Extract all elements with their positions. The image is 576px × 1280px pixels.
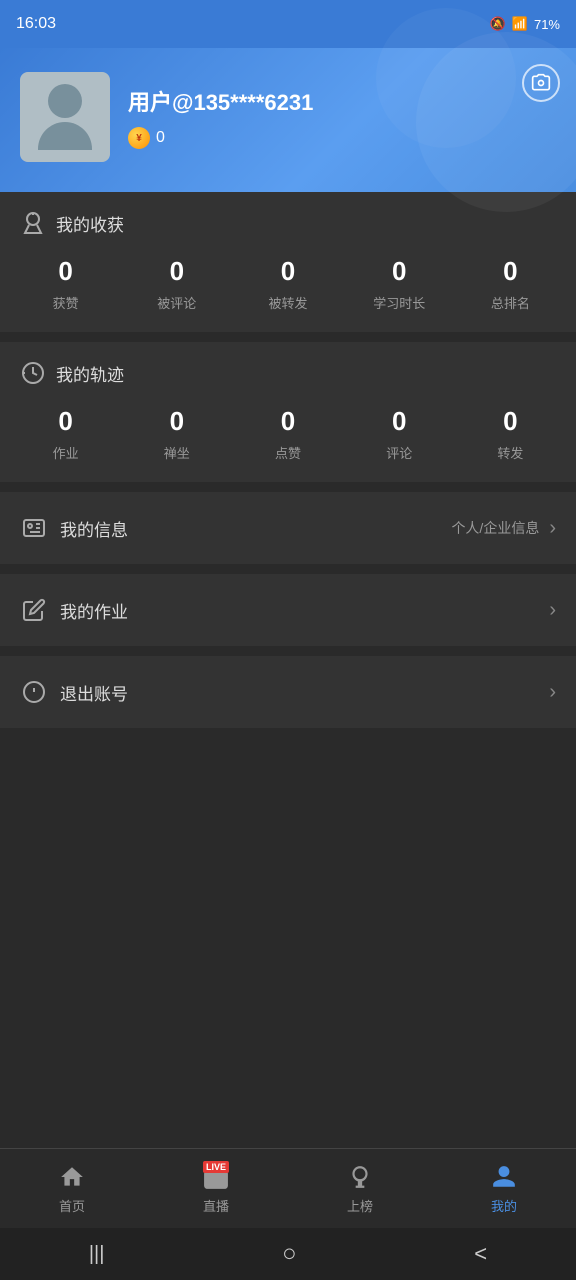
traj-homework-value: 0 bbox=[58, 406, 72, 437]
traj-comments-value: 0 bbox=[392, 406, 406, 437]
traj-reposts: 0 转发 bbox=[455, 406, 566, 462]
traj-likes-value: 0 bbox=[281, 406, 295, 437]
trajectory-stats-row: 0 作业 0 禅坐 0 点赞 0 评论 0 转发 bbox=[0, 396, 576, 482]
mine-icon bbox=[490, 1163, 518, 1191]
coin-icon bbox=[128, 127, 150, 149]
live-badge: LIVE bbox=[203, 1161, 229, 1173]
my-info-right: 个人/企业信息 › bbox=[451, 517, 556, 540]
my-achievements-section: 我的收获 0 获赞 0 被评论 0 被转发 0 学习时长 0 总排名 bbox=[0, 192, 576, 332]
camera-icon bbox=[531, 73, 551, 93]
traj-meditation-label: 禅坐 bbox=[164, 443, 190, 462]
my-trajectory-section: 我的轨迹 0 作业 0 禅坐 0 点赞 0 评论 0 转发 bbox=[0, 342, 576, 482]
coin-count: 0 bbox=[156, 129, 165, 147]
nav-mine[interactable]: 我的 bbox=[432, 1163, 576, 1215]
achievements-stats-row: 0 获赞 0 被评论 0 被转发 0 学习时长 0 总排名 bbox=[0, 246, 576, 332]
logout-menu-item[interactable]: 退出账号 › bbox=[0, 656, 576, 728]
info-icon bbox=[20, 514, 48, 542]
trajectory-icon bbox=[20, 360, 46, 386]
traj-homework: 0 作业 bbox=[10, 406, 121, 462]
leaderboard-icon bbox=[346, 1163, 374, 1191]
nav-live-label: 直播 bbox=[203, 1196, 229, 1215]
logout-right: › bbox=[549, 681, 556, 704]
nav-leaderboard-label: 上榜 bbox=[347, 1196, 373, 1215]
stat-likes-label: 获赞 bbox=[53, 293, 79, 312]
sys-menu-btn[interactable]: ||| bbox=[89, 1243, 105, 1266]
homework-icon bbox=[20, 596, 48, 624]
camera-button[interactable] bbox=[522, 64, 560, 102]
stat-reposts-label: 被转发 bbox=[269, 293, 308, 312]
traj-reposts-label: 转发 bbox=[497, 443, 523, 462]
stat-study-time: 0 学习时长 bbox=[344, 256, 455, 312]
profile-info: 用户@135****6231 0 bbox=[128, 85, 556, 149]
logout-icon bbox=[20, 678, 48, 706]
avatar-head-circle bbox=[48, 84, 82, 118]
avatar-body-shape bbox=[38, 122, 92, 150]
traj-comments: 0 评论 bbox=[344, 406, 455, 462]
traj-likes: 0 点赞 bbox=[232, 406, 343, 462]
traj-reposts-value: 0 bbox=[503, 406, 517, 437]
nav-home[interactable]: 首页 bbox=[0, 1163, 144, 1215]
traj-meditation-value: 0 bbox=[170, 406, 184, 437]
logout-chevron: › bbox=[549, 681, 556, 704]
my-info-label: 我的信息 bbox=[60, 516, 451, 541]
achievements-title: 我的收获 bbox=[56, 211, 124, 236]
nav-live[interactable]: LIVE 直播 bbox=[144, 1163, 288, 1215]
live-icon-wrapper: LIVE bbox=[202, 1163, 230, 1191]
status-icons: 🔕 📶 71% bbox=[490, 16, 560, 32]
profile-username: 用户@135****6231 bbox=[128, 85, 556, 117]
wifi-icon: 📶 bbox=[512, 16, 528, 32]
system-nav: ||| ○ < bbox=[0, 1228, 576, 1280]
avatar-icon bbox=[20, 72, 110, 162]
my-homework-chevron: › bbox=[549, 599, 556, 622]
traj-comments-label: 评论 bbox=[386, 443, 412, 462]
my-homework-label: 我的作业 bbox=[60, 598, 549, 623]
trajectory-title: 我的轨迹 bbox=[56, 361, 124, 386]
sys-home-btn[interactable]: ○ bbox=[282, 1240, 297, 1268]
sys-back-btn[interactable]: < bbox=[474, 1241, 487, 1267]
my-info-chevron: › bbox=[549, 517, 556, 540]
stat-ranking: 0 总排名 bbox=[455, 256, 566, 312]
trajectory-header: 我的轨迹 bbox=[0, 342, 576, 396]
bottom-nav: 首页 LIVE 直播 上榜 我的 bbox=[0, 1148, 576, 1228]
stat-reposts-value: 0 bbox=[281, 256, 295, 287]
avatar-placeholder bbox=[38, 84, 92, 150]
achievements-icon bbox=[20, 210, 46, 236]
battery-text: 71% bbox=[534, 17, 560, 32]
traj-homework-label: 作业 bbox=[53, 443, 79, 462]
stat-likes: 0 获赞 bbox=[10, 256, 121, 312]
stat-comments-value: 0 bbox=[170, 256, 184, 287]
status-bar: 16:03 🔕 📶 71% bbox=[0, 0, 576, 48]
profile-coins: 0 bbox=[128, 127, 556, 149]
achievements-header: 我的收获 bbox=[0, 192, 576, 246]
stat-likes-value: 0 bbox=[58, 256, 72, 287]
my-info-right-text: 个人/企业信息 bbox=[451, 518, 539, 538]
stat-study-time-label: 学习时长 bbox=[373, 293, 425, 312]
stat-comments: 0 被评论 bbox=[121, 256, 232, 312]
stat-reposts: 0 被转发 bbox=[232, 256, 343, 312]
nav-mine-label: 我的 bbox=[491, 1196, 517, 1215]
nav-leaderboard[interactable]: 上榜 bbox=[288, 1163, 432, 1215]
notifications-icon: 🔕 bbox=[490, 16, 506, 32]
stat-ranking-label: 总排名 bbox=[491, 293, 530, 312]
stat-ranking-value: 0 bbox=[503, 256, 517, 287]
status-time: 16:03 bbox=[16, 15, 56, 33]
traj-likes-label: 点赞 bbox=[275, 443, 301, 462]
home-icon bbox=[58, 1163, 86, 1191]
profile-header: 用户@135****6231 0 bbox=[0, 48, 576, 192]
logout-label: 退出账号 bbox=[60, 680, 549, 705]
traj-meditation: 0 禅坐 bbox=[121, 406, 232, 462]
my-info-menu-item[interactable]: 我的信息 个人/企业信息 › bbox=[0, 492, 576, 564]
my-homework-right: › bbox=[549, 599, 556, 622]
my-homework-menu-item[interactable]: 我的作业 › bbox=[0, 574, 576, 646]
avatar bbox=[20, 72, 110, 162]
stat-study-time-value: 0 bbox=[392, 256, 406, 287]
nav-home-label: 首页 bbox=[59, 1196, 85, 1215]
stat-comments-label: 被评论 bbox=[157, 293, 196, 312]
